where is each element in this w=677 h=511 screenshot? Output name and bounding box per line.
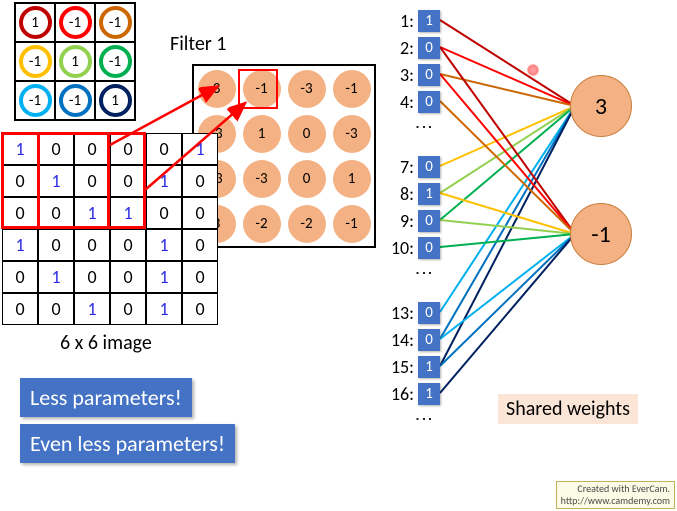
input-group-1: 1:12:03:04:0 [380,7,470,115]
input-value-chip: 0 [418,210,440,232]
input-index: 10: [380,237,414,259]
output-neuron-bottom: -1 [570,203,632,265]
input-row: 15:1 [380,353,470,380]
evercam-line2: http://www.camdemy.com [561,495,670,507]
input-value-chip: 1 [418,383,440,405]
input-value-chip: 0 [418,37,440,59]
input-row: 7:0 [380,153,470,180]
input-row: 9:0 [380,207,470,234]
less-params-box: Less parameters! [20,378,192,417]
input-group-2: 7:08:19:010:0 [380,153,470,261]
input-index: 2: [380,37,414,59]
input-index: 7: [380,156,414,178]
evercam-watermark: Created with EverCam. http://www.camdemy… [556,481,675,509]
input-row: 8:1 [380,180,470,207]
pointer-dot [527,64,539,76]
input-value-chip: 0 [418,329,440,351]
input-row: 4:0 [380,88,470,115]
input-index: 3: [380,64,414,86]
input-index: 13: [380,302,414,324]
vdots-1: ⋮ [413,118,435,140]
input-value-chip: 0 [418,91,440,113]
input-value-chip: 1 [418,10,440,32]
input-value-chip: 0 [418,156,440,178]
input-group-3: 13:014:015:116:1 [380,299,470,407]
input-row: 2:0 [380,34,470,61]
input-index: 8: [380,183,414,205]
input-row: 1:1 [380,7,470,34]
input-row: 10:0 [380,234,470,261]
input-index: 14: [380,329,414,351]
input-row: 16:1 [380,380,470,407]
input-value-chip: 0 [418,302,440,324]
input-index: 4: [380,91,414,113]
even-less-params-box: Even less parameters! [20,424,235,463]
input-row: 13:0 [380,299,470,326]
input-index: 1: [380,10,414,32]
output-neuron-top: 3 [570,75,632,137]
input-index: 15: [380,356,414,378]
input-value-chip: 1 [418,183,440,205]
vdots-3: ⋮ [413,410,435,432]
input-value-chip: 0 [418,64,440,86]
input-row: 14:0 [380,326,470,353]
input-row: 3:0 [380,61,470,88]
shared-weights-label: Shared weights [498,394,638,424]
vdots-2: ⋮ [413,264,435,286]
input-value-chip: 0 [418,237,440,259]
input-index: 9: [380,210,414,232]
input-value-chip: 1 [418,356,440,378]
input-index: 16: [380,383,414,405]
